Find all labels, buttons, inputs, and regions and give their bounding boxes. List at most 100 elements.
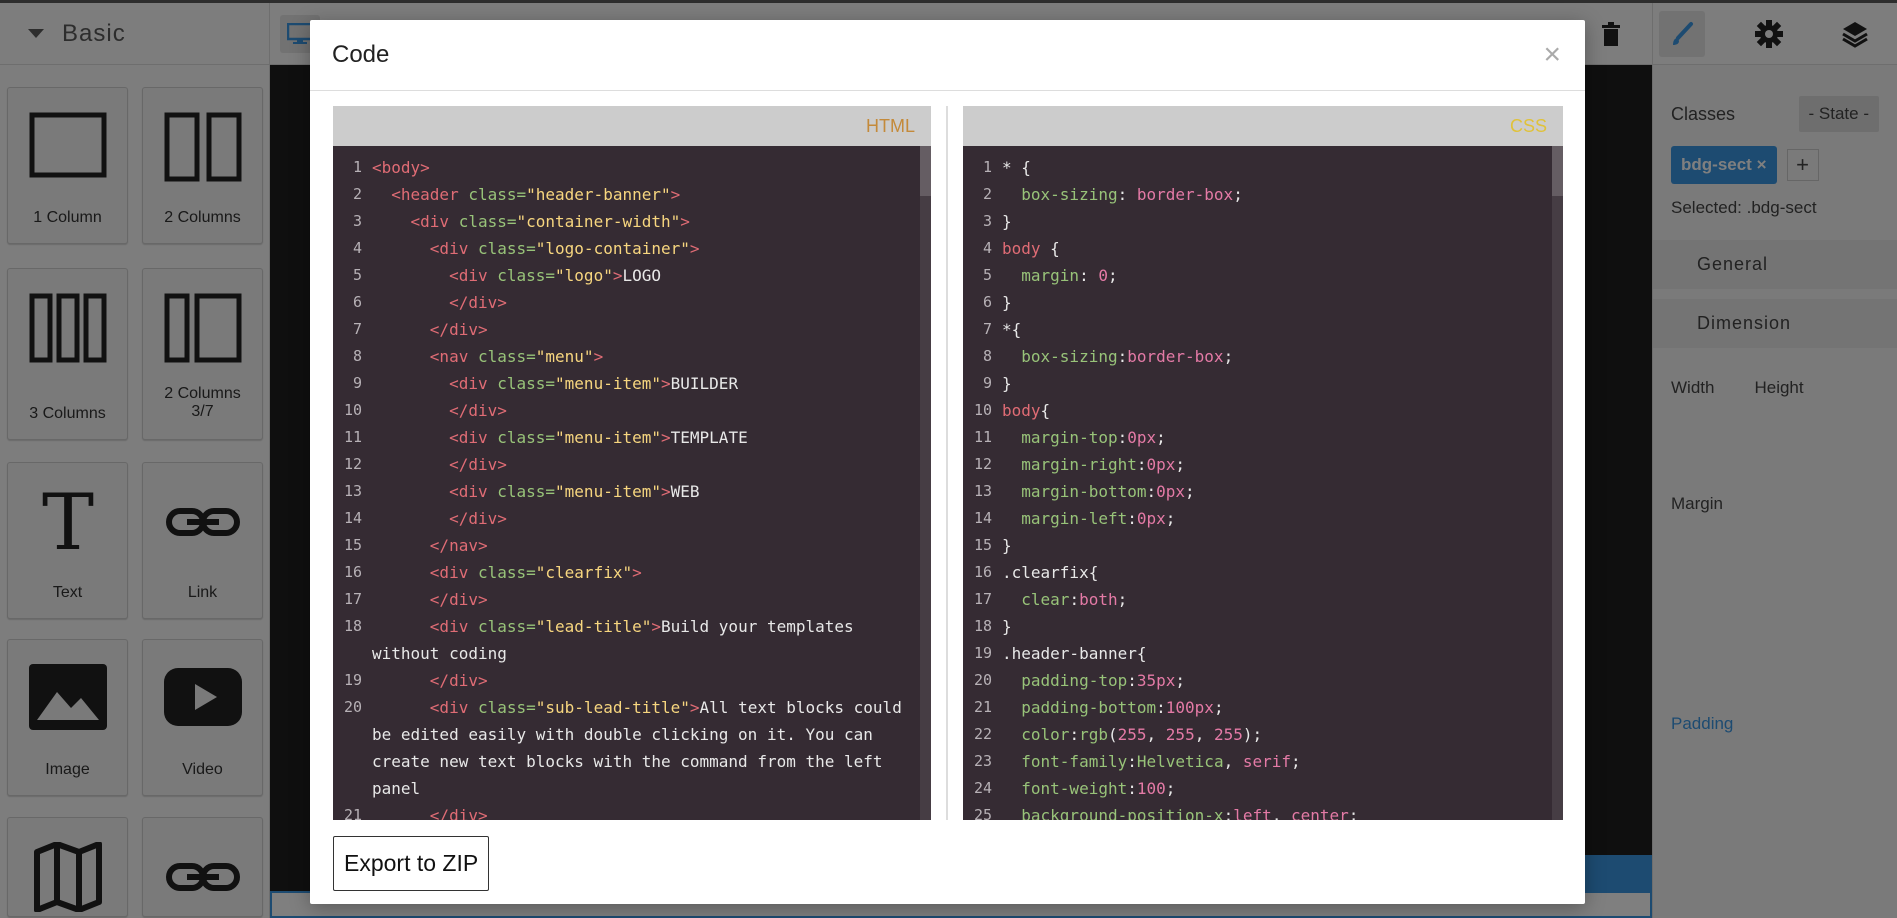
line-number: 3 — [982, 212, 992, 230]
code-token: > — [689, 698, 700, 717]
line-number: 14 — [343, 509, 362, 527]
code-token: : — [1223, 806, 1234, 820]
code-token: <div — [449, 374, 498, 393]
code-line: 4 <div class="logo-container"> — [333, 235, 931, 262]
code-token: <div — [429, 239, 478, 258]
line-number: 2 — [982, 185, 992, 203]
code-token: <div — [449, 266, 498, 285]
close-icon[interactable]: × — [1543, 40, 1561, 70]
code-line: 4 body { — [963, 235, 1563, 262]
code-line: 2 <header class="header-banner"> — [333, 181, 931, 208]
html-scrollbar[interactable] — [920, 146, 931, 820]
code-token: class= — [477, 698, 536, 717]
code-line: 9} — [963, 370, 1563, 397]
line-number: 8 — [352, 347, 362, 365]
css-code-editor[interactable]: 1 * {2 box-sizing: border-box; 3} 4 body {5 … — [963, 146, 1563, 820]
line-number: 16 — [343, 563, 362, 581]
line-number: 22 — [973, 725, 992, 743]
code-token: : — [1127, 752, 1137, 771]
code-text: body{ — [1002, 397, 1563, 424]
html-panel-header: HTML — [333, 106, 931, 146]
code-token: color — [1021, 725, 1070, 744]
code-token: Helvetica — [1136, 752, 1224, 771]
code-text: <nav class="menu"> — [372, 343, 931, 370]
code-token: margin-top — [1021, 428, 1118, 447]
line-number: 6 — [352, 293, 362, 311]
code-token: "sub-lead-title" — [535, 698, 690, 717]
code-token: <nav — [429, 347, 478, 366]
code-token: font-family — [1021, 752, 1128, 771]
code-token: class= — [497, 266, 556, 285]
code-text: </div> — [372, 397, 931, 424]
code-text: </div> — [372, 586, 931, 613]
code-text: margin-top:0px; — [1002, 424, 1563, 451]
code-text: } — [1002, 370, 1563, 397]
code-line: 3 <div class="container-width"> — [333, 208, 931, 235]
code-token: "logo-container" — [535, 239, 690, 258]
line-number: 19 — [343, 671, 362, 689]
code-line: 16 .clearfix{ — [963, 559, 1563, 586]
code-line: 5 <div class="logo">LOGO — [333, 262, 931, 289]
code-line: 24 font-weight:100; — [963, 775, 1563, 802]
code-token: class= — [458, 212, 517, 231]
html-code-panel[interactable]: HTML 1 <body> 2 <header class="header-bann… — [333, 106, 931, 820]
code-line: 10 </div> — [333, 397, 931, 424]
css-scrollbar[interactable] — [1552, 146, 1563, 820]
code-text: } — [1002, 613, 1563, 640]
line-number: 4 — [352, 239, 362, 257]
export-zip-button[interactable]: Export to ZIP — [333, 836, 490, 891]
code-token: : — [1127, 509, 1137, 528]
code-token: 0px — [1136, 509, 1166, 528]
code-text: <div class="lead-title">Build your templ… — [372, 613, 931, 667]
code-token: class= — [477, 347, 536, 366]
line-number: 9 — [982, 374, 992, 392]
code-line: 20 <div class="sub-lead-title">All text … — [333, 694, 931, 802]
code-token: ); — [1242, 725, 1263, 744]
code-token: both — [1079, 590, 1118, 609]
code-line: 8 box-sizing:border-box; — [963, 343, 1563, 370]
code-line: 18 <div class="lead-title">Build your te… — [333, 613, 931, 667]
code-token: "menu-item" — [555, 428, 661, 447]
code-token: "menu-item" — [555, 374, 661, 393]
code-token: ; — [1213, 698, 1224, 717]
code-modal: Code × HTML 1 <body> 2 <header class="head… — [310, 20, 1585, 904]
code-token: </div> — [429, 590, 488, 609]
code-token: : — [1117, 428, 1128, 447]
line-number: 6 — [982, 293, 992, 311]
html-scroll-thumb[interactable] — [920, 146, 931, 196]
code-token: <header — [391, 185, 469, 204]
code-token: , — [1146, 725, 1166, 744]
code-token: > — [593, 347, 604, 366]
code-token: <div — [410, 212, 459, 231]
html-code-editor[interactable]: 1 <body> 2 <header class="header-banner"> 3… — [333, 146, 931, 820]
code-token: "header-banner" — [526, 185, 671, 204]
css-code-panel[interactable]: CSS 1 * {2 box-sizing: border-box; 3} 4 body… — [963, 106, 1563, 820]
code-token: padding-top — [1021, 671, 1128, 690]
code-token: box-sizing — [1021, 185, 1118, 204]
line-number: 15 — [343, 536, 362, 554]
code-token: } — [1002, 212, 1012, 231]
line-number: 5 — [352, 266, 362, 284]
code-token: > — [661, 428, 671, 447]
code-token: "clearfix" — [535, 563, 633, 582]
modal-header: Code × — [310, 20, 1585, 91]
code-text: padding-top:35px; — [1002, 667, 1563, 694]
code-token: : — [1117, 347, 1128, 366]
code-token: *{ — [1002, 320, 1022, 339]
css-scroll-thumb[interactable] — [1552, 146, 1563, 196]
